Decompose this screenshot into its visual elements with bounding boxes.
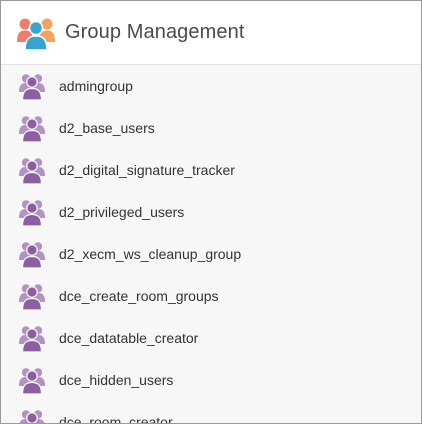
group-management-icon [17, 18, 55, 51]
group-list: admingroup d2_base_users d2_digital_sign… [1, 65, 421, 423]
group-list-item[interactable]: dce_datatable_creator [1, 317, 421, 359]
user-group-icon [19, 116, 45, 143]
panel-header: Group Management [1, 1, 421, 65]
group-list-item[interactable]: d2_xecm_ws_cleanup_group [1, 233, 421, 275]
user-group-icon [19, 284, 45, 311]
page-title: Group Management [65, 21, 245, 43]
group-name: dce_room_creator [59, 414, 173, 423]
group-name: d2_base_users [59, 120, 155, 136]
group-management-panel: Group Management admingroup d2_base_user… [0, 0, 422, 424]
group-list-item[interactable]: dce_create_room_groups [1, 275, 421, 317]
user-group-icon [19, 326, 45, 353]
group-list-item[interactable]: dce_hidden_users [1, 359, 421, 401]
group-name: dce_datatable_creator [59, 330, 199, 346]
user-group-icon [19, 410, 45, 423]
group-list-item[interactable]: d2_privileged_users [1, 191, 421, 233]
group-name: admingroup [59, 78, 133, 94]
user-group-icon [19, 368, 45, 395]
group-name: dce_hidden_users [59, 372, 174, 388]
group-list-item[interactable]: d2_base_users [1, 107, 421, 149]
user-group-icon [19, 74, 45, 101]
group-list-item[interactable]: d2_digital_signature_tracker [1, 149, 421, 191]
group-list-item[interactable]: dce_room_creator [1, 401, 421, 423]
user-group-icon [19, 242, 45, 269]
user-group-icon [19, 200, 45, 227]
group-name: d2_privileged_users [59, 204, 185, 220]
group-name: d2_digital_signature_tracker [59, 162, 235, 178]
group-name: d2_xecm_ws_cleanup_group [59, 246, 242, 262]
group-name: dce_create_room_groups [59, 288, 219, 304]
group-list-item[interactable]: admingroup [1, 65, 421, 107]
user-group-icon [19, 158, 45, 185]
